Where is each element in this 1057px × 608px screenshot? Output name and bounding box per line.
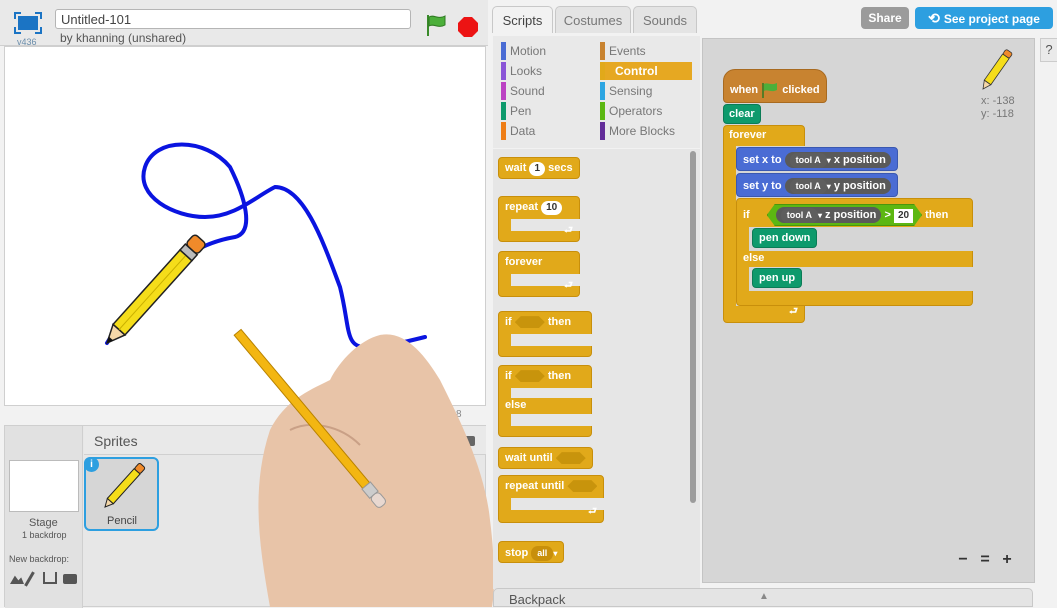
camera-backdrop-icon[interactable] xyxy=(63,574,77,584)
category-sound[interactable]: Sound xyxy=(501,82,545,100)
category-data[interactable]: Data xyxy=(501,122,535,140)
threshold-value: 20 xyxy=(894,209,913,223)
backpack-label: Backpack xyxy=(509,592,566,607)
help-icon[interactable]: ? xyxy=(1040,38,1057,62)
palette-scrollbar[interactable] xyxy=(690,151,696,503)
backpack-expand-icon[interactable]: ▲ xyxy=(759,591,769,602)
stage-thumbnail[interactable] xyxy=(9,460,79,512)
tab-scripts[interactable]: Scripts xyxy=(492,6,553,33)
if-else-script-block[interactable]: if tool A ▾ z position > 20 then else xyxy=(736,198,974,306)
project-header: v436 by khanning (unshared) xyxy=(0,0,488,47)
see-project-page-button[interactable]: ⟲ See project page xyxy=(915,7,1053,29)
scripts-area[interactable]: x: -138 y: -118 when clicked clear forev… xyxy=(702,38,1035,583)
tool-dropdown-x: tool A xyxy=(789,153,827,168)
repeat-block[interactable]: repeat 10 ⮐ xyxy=(498,196,581,242)
new-backdrop-label: New backdrop: xyxy=(9,554,70,564)
sprite-tile-pencil[interactable]: i Pencil xyxy=(84,457,159,531)
category-pen[interactable]: Pen xyxy=(501,102,531,120)
repeat-until-block[interactable]: repeat until ⮐ xyxy=(498,475,605,523)
category-control[interactable]: Control xyxy=(600,62,692,80)
block-palette: wait 1 secs repeat 10 ⮐ forever ⮐ if the… xyxy=(493,149,700,589)
tool-dropdown-y: tool A xyxy=(789,179,827,194)
forever-block[interactable]: forever ⮐ xyxy=(498,251,581,297)
wait-until-block[interactable]: wait until xyxy=(498,447,593,469)
pen-down-block[interactable]: pen down xyxy=(752,228,818,248)
project-title-input[interactable] xyxy=(55,9,411,29)
zoom-in-button[interactable]: + xyxy=(998,551,1016,569)
project-byline: by khanning (unshared) xyxy=(60,31,187,45)
pencil-sprite xyxy=(105,234,206,345)
pen-up-block[interactable]: pen up xyxy=(752,268,803,288)
tab-costumes[interactable]: Costumes xyxy=(555,6,631,33)
share-button[interactable]: Share xyxy=(861,7,909,29)
green-flag-icon[interactable] xyxy=(424,13,448,40)
info-icon[interactable]: i xyxy=(84,457,99,472)
zoom-out-button[interactable]: − xyxy=(954,551,972,569)
green-flag-icon xyxy=(762,83,778,98)
paint-backdrop-icon[interactable] xyxy=(24,571,35,587)
set-x-block[interactable]: set x to tool A ▾ x position xyxy=(736,147,898,171)
zoom-reset-button[interactable]: = xyxy=(976,551,994,569)
stage-label: Stage xyxy=(29,517,58,529)
category-operators[interactable]: Operators xyxy=(600,102,662,120)
stop-block[interactable]: stop all ▾ xyxy=(498,541,565,563)
category-looks[interactable]: Looks xyxy=(501,62,542,80)
sprites-title: Sprites xyxy=(94,433,138,449)
category-more-blocks[interactable]: More Blocks xyxy=(600,122,675,140)
tool-dropdown-z: tool A xyxy=(781,208,818,223)
stage-backdrop-count: 1 backdrop xyxy=(22,530,67,540)
category-motion[interactable]: Motion xyxy=(501,42,546,60)
category-events[interactable]: Events xyxy=(600,42,646,60)
x-readout: x: -138 xyxy=(981,95,1015,107)
backdrop-library-icon[interactable] xyxy=(10,575,24,584)
repeat-value: 10 xyxy=(541,201,563,215)
project-page-icon: ⟲ xyxy=(928,10,940,26)
clear-block[interactable]: clear xyxy=(723,104,761,124)
tab-sounds[interactable]: Sounds xyxy=(633,6,697,33)
hand-with-pencil-image xyxy=(233,328,495,607)
if-then-block[interactable]: if then xyxy=(498,311,593,357)
see-project-page-label: See project page xyxy=(943,12,1040,26)
block-categories: Motion Events Looks Control Sound Sensin… xyxy=(493,36,700,148)
wait-value: 1 xyxy=(529,162,546,176)
greater-than-operator: tool A ▾ z position > 20 xyxy=(767,204,922,226)
stage-selector: Stage 1 backdrop New backdrop: xyxy=(5,426,83,608)
pencil-thumbnail xyxy=(104,463,146,508)
wait-secs-block[interactable]: wait 1 secs xyxy=(498,157,580,179)
category-sensing[interactable]: Sensing xyxy=(600,82,652,100)
set-y-block[interactable]: set y to tool A ▾ y position xyxy=(736,173,898,197)
sprite-costume-icon xyxy=(982,49,1013,90)
fullscreen-icon[interactable] xyxy=(14,12,42,34)
stop-dropdown: all xyxy=(531,546,554,561)
backpack-bar[interactable]: Backpack ▲ xyxy=(493,588,1033,607)
y-readout: y: -118 xyxy=(981,108,1014,120)
if-then-else-block[interactable]: if then else xyxy=(498,365,593,437)
sprite-name: Pencil xyxy=(107,515,137,527)
upload-backdrop-icon[interactable] xyxy=(43,572,57,584)
when-flag-clicked-block[interactable]: when clicked xyxy=(723,69,827,103)
stop-icon[interactable] xyxy=(457,16,479,41)
